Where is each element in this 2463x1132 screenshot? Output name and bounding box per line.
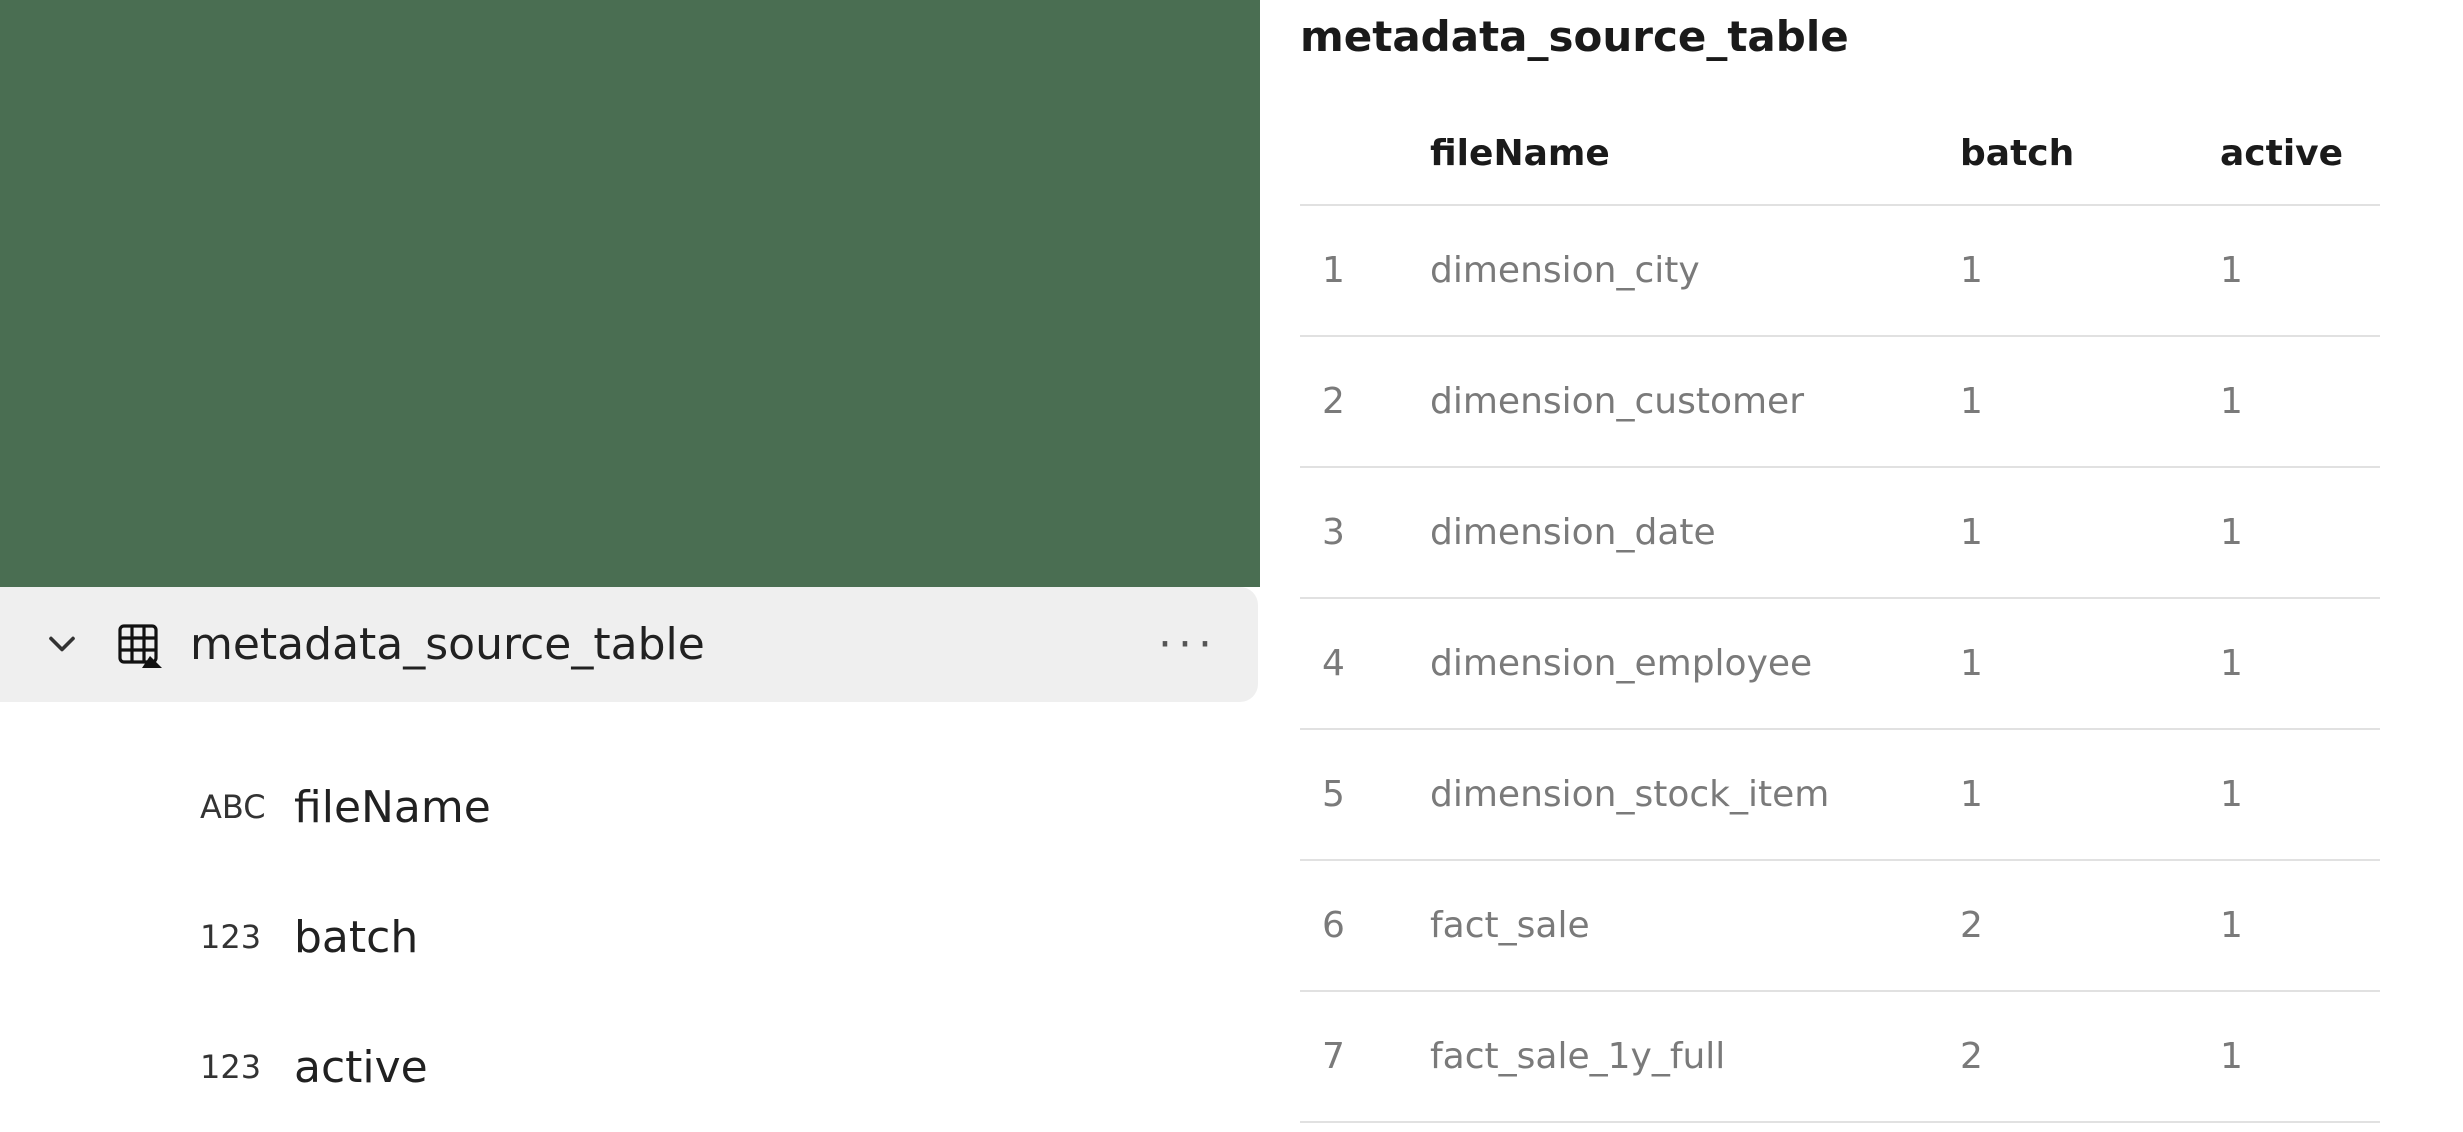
schema-tree-panel: metadata_source_table ··· ABC fileName 1…	[0, 0, 1260, 1132]
cell-active: 1	[2210, 205, 2380, 336]
cell-fileName: fact_sale	[1420, 860, 1950, 991]
cell-batch: 2	[1950, 860, 2210, 991]
cell-index: 2	[1300, 336, 1420, 467]
cell-active: 1	[2210, 991, 2380, 1122]
cell-fileName: dimension_stock_item	[1420, 729, 1950, 860]
table-tree-item[interactable]: metadata_source_table ···	[0, 587, 1258, 702]
table-row[interactable]: 5 dimension_stock_item 1 1	[1300, 729, 2380, 860]
cell-batch: 1	[1950, 336, 2210, 467]
type-number-icon: 123	[200, 918, 280, 956]
column-item-batch[interactable]: 123 batch	[200, 872, 1260, 1002]
cell-index: 7	[1300, 991, 1420, 1122]
preview-title: metadata_source_table	[1300, 12, 2463, 61]
cell-active: 1	[2210, 729, 2380, 860]
type-text-icon: ABC	[200, 788, 280, 826]
table-header-row: fileName batch active	[1300, 115, 2380, 205]
table-row[interactable]: 7 fact_sale_1y_full 2 1	[1300, 991, 2380, 1122]
cell-fileName: dimension_employee	[1420, 598, 1950, 729]
cell-active: 1	[2210, 860, 2380, 991]
cell-index: 5	[1300, 729, 1420, 860]
more-options-button[interactable]: ···	[1158, 619, 1218, 670]
cell-batch: 1	[1950, 729, 2210, 860]
type-number-icon: 123	[200, 1048, 280, 1086]
header-batch[interactable]: batch	[1950, 115, 2210, 205]
column-item-active[interactable]: 123 active	[200, 1002, 1260, 1132]
cell-batch: 2	[1950, 991, 2210, 1122]
cell-index: 4	[1300, 598, 1420, 729]
header-active[interactable]: active	[2210, 115, 2380, 205]
cell-fileName: dimension_date	[1420, 467, 1950, 598]
cell-fileName: dimension_customer	[1420, 336, 1950, 467]
column-item-fileName[interactable]: ABC fileName	[200, 742, 1260, 872]
cell-index: 3	[1300, 467, 1420, 598]
columns-list: ABC fileName 123 batch 123 active	[0, 702, 1260, 1132]
cell-index: 1	[1300, 205, 1420, 336]
cell-active: 1	[2210, 336, 2380, 467]
cell-fileName: dimension_city	[1420, 205, 1950, 336]
table-row[interactable]: 2 dimension_customer 1 1	[1300, 336, 2380, 467]
column-name-label: fileName	[294, 782, 491, 833]
table-row[interactable]: 3 dimension_date 1 1	[1300, 467, 2380, 598]
top-background-block	[0, 0, 1260, 587]
cell-batch: 1	[1950, 205, 2210, 336]
column-name-label: active	[294, 1042, 428, 1093]
data-preview-table: fileName batch active 1 dimension_city 1…	[1300, 115, 2380, 1123]
cell-active: 1	[2210, 467, 2380, 598]
chevron-down-icon[interactable]	[40, 622, 84, 666]
column-name-label: batch	[294, 912, 418, 963]
table-name-label: metadata_source_table	[190, 619, 1158, 670]
table-row[interactable]: 1 dimension_city 1 1	[1300, 205, 2380, 336]
header-fileName[interactable]: fileName	[1420, 115, 1950, 205]
table-row[interactable]: 6 fact_sale 2 1	[1300, 860, 2380, 991]
header-index	[1300, 115, 1420, 205]
cell-active: 1	[2210, 598, 2380, 729]
table-row[interactable]: 4 dimension_employee 1 1	[1300, 598, 2380, 729]
table-icon	[114, 620, 162, 668]
cell-index: 6	[1300, 860, 1420, 991]
cell-fileName: fact_sale_1y_full	[1420, 991, 1950, 1122]
cell-batch: 1	[1950, 467, 2210, 598]
data-preview-panel: metadata_source_table fileName batch act…	[1260, 0, 2463, 1132]
cell-batch: 1	[1950, 598, 2210, 729]
